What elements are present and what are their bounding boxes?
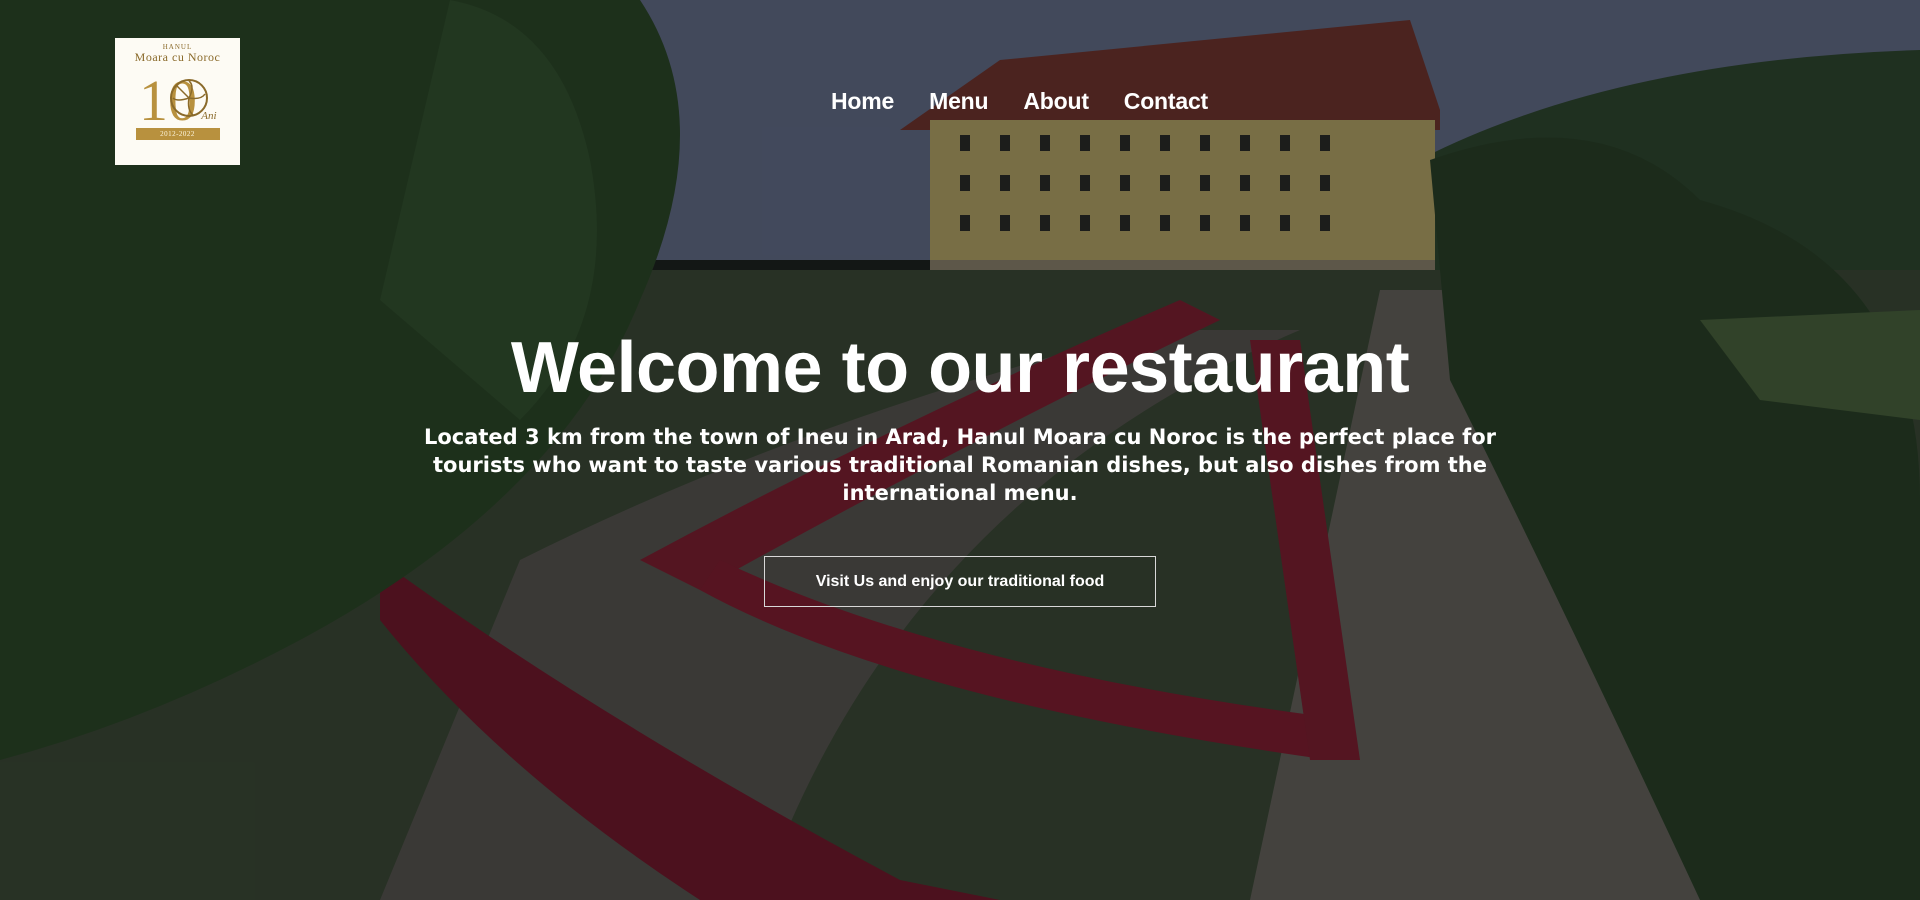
hero-content: Welcome to our restaurant Located 3 km f… [0,325,1920,607]
nav-contact[interactable]: Contact [1124,88,1208,115]
hero-description: Located 3 km from the town of Ineu in Ar… [423,425,1497,505]
visit-us-button[interactable]: Visit Us and enjoy our traditional food [764,556,1156,607]
logo-name: Moara cu Noroc [134,50,221,64]
hero-section: HANUL Moara cu Noroc 10 Ani 2012-2022 Ho… [0,0,1920,900]
nav-menu[interactable]: Menu [929,88,988,115]
nav-about[interactable]: About [1023,88,1089,115]
restaurant-logo[interactable]: HANUL Moara cu Noroc 10 Ani 2012-2022 [115,38,240,165]
main-nav: Home Menu About Contact [831,88,1208,115]
logo-ani-text: Ani [201,110,217,122]
logo-years-ribbon: 2012-2022 [135,128,220,140]
logo-anniversary-emblem: 10 Ani [133,64,223,133]
nav-home[interactable]: Home [831,88,894,115]
hero-title: Welcome to our restaurant [510,328,1410,408]
